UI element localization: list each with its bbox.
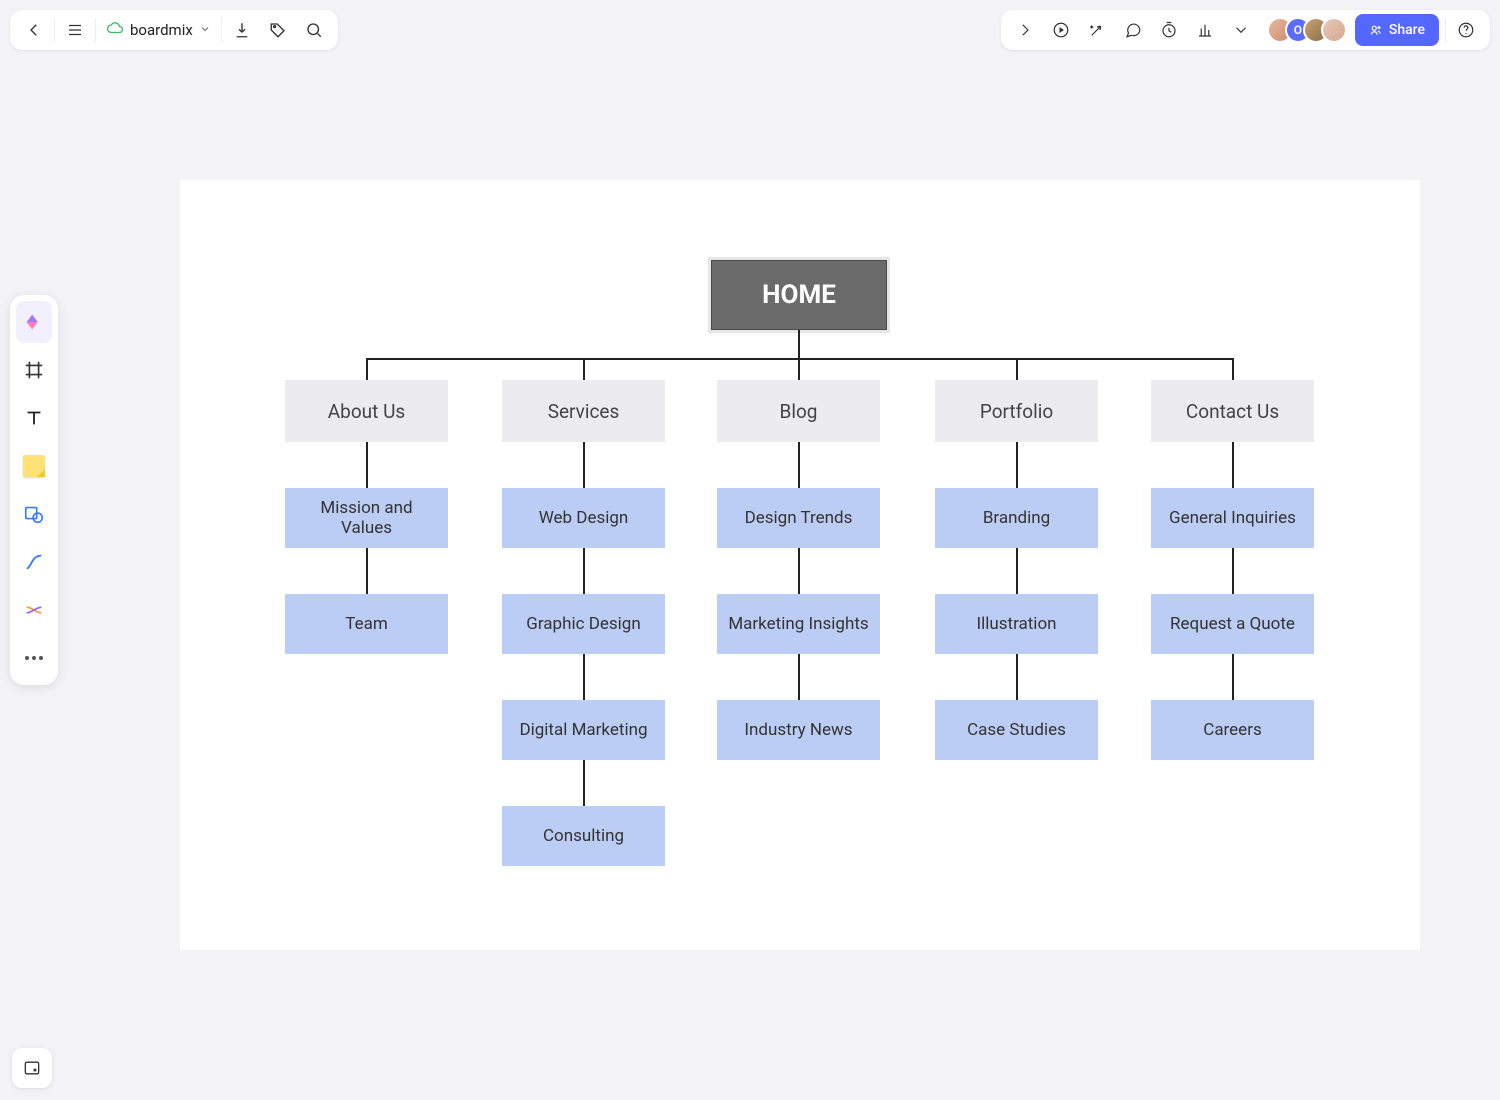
tool-palette — [10, 295, 58, 685]
connector — [366, 358, 368, 380]
node-category[interactable]: Portfolio — [935, 380, 1098, 442]
connector — [366, 442, 368, 488]
connector — [1232, 358, 1234, 380]
connector — [583, 760, 585, 806]
node-leaf[interactable]: Graphic Design — [502, 594, 665, 654]
connector — [583, 358, 585, 380]
collaborator-avatars[interactable]: O — [1267, 17, 1347, 43]
chart-button[interactable] — [1187, 12, 1223, 48]
node-leaf[interactable]: Team — [285, 594, 448, 654]
node-leaf[interactable]: Design Trends — [717, 488, 880, 548]
sticky-note-icon — [23, 455, 45, 477]
node-leaf[interactable]: Web Design — [502, 488, 665, 548]
search-button[interactable] — [296, 12, 332, 48]
node-leaf[interactable]: Illustration — [935, 594, 1098, 654]
connector — [1232, 548, 1234, 594]
comment-button[interactable] — [1115, 12, 1151, 48]
share-button[interactable]: Share — [1355, 14, 1439, 46]
text-tool[interactable] — [16, 397, 52, 439]
node-leaf[interactable]: Industry News — [717, 700, 880, 760]
connector — [1016, 654, 1018, 700]
timer-button[interactable] — [1151, 12, 1187, 48]
node-category[interactable]: Contact Us — [1151, 380, 1314, 442]
node-category[interactable]: About Us — [285, 380, 448, 442]
connector — [583, 654, 585, 700]
more-tools-button[interactable] — [1223, 12, 1259, 48]
document-title: boardmix — [130, 21, 193, 39]
line-tool[interactable] — [16, 541, 52, 583]
document-title-dropdown[interactable]: boardmix — [98, 19, 219, 41]
node-leaf[interactable]: Request a Quote — [1151, 594, 1314, 654]
help-button[interactable] — [1448, 12, 1484, 48]
sparkle-button[interactable] — [1079, 12, 1115, 48]
node-leaf[interactable]: Consulting — [502, 806, 665, 866]
connector — [583, 442, 585, 488]
connector — [798, 358, 800, 380]
chevron-down-icon — [199, 21, 211, 39]
shape-tool[interactable] — [16, 493, 52, 535]
avatar — [1321, 17, 1347, 43]
node-category[interactable]: Blog — [717, 380, 880, 442]
frame-tool[interactable] — [16, 349, 52, 391]
node-leaf[interactable]: Mission and Values — [285, 488, 448, 548]
cloud-icon — [106, 19, 124, 41]
connector-tool[interactable] — [16, 589, 52, 631]
connector — [1016, 442, 1018, 488]
select-tool[interactable] — [16, 301, 52, 343]
node-leaf[interactable]: Case Studies — [935, 700, 1098, 760]
node-category[interactable]: Services — [502, 380, 665, 442]
node-leaf[interactable]: Careers — [1151, 700, 1314, 760]
connector — [1232, 654, 1234, 700]
tag-button[interactable] — [260, 12, 296, 48]
connector — [1016, 548, 1018, 594]
more-tools[interactable] — [16, 637, 52, 679]
play-button[interactable] — [1043, 12, 1079, 48]
connector — [1232, 442, 1234, 488]
connector — [366, 548, 368, 594]
download-button[interactable] — [224, 12, 260, 48]
connector — [798, 654, 800, 700]
node-root[interactable]: HOME — [711, 260, 887, 330]
pages-button[interactable] — [12, 1048, 52, 1088]
menu-button[interactable] — [57, 12, 93, 48]
connector — [583, 548, 585, 594]
sticky-note-tool[interactable] — [16, 445, 52, 487]
back-button[interactable] — [16, 12, 52, 48]
connector — [798, 548, 800, 594]
node-leaf[interactable]: Marketing Insights — [717, 594, 880, 654]
share-label: Share — [1389, 22, 1425, 38]
connector — [1016, 358, 1018, 380]
node-leaf[interactable]: General Inquiries — [1151, 488, 1314, 548]
chevron-right-button[interactable] — [1007, 12, 1043, 48]
node-leaf[interactable]: Branding — [935, 488, 1098, 548]
canvas[interactable]: HOME About Us Services Blog Portfolio Co… — [180, 180, 1420, 950]
node-leaf[interactable]: Digital Marketing — [502, 700, 665, 760]
connector — [798, 442, 800, 488]
connector — [798, 330, 800, 358]
